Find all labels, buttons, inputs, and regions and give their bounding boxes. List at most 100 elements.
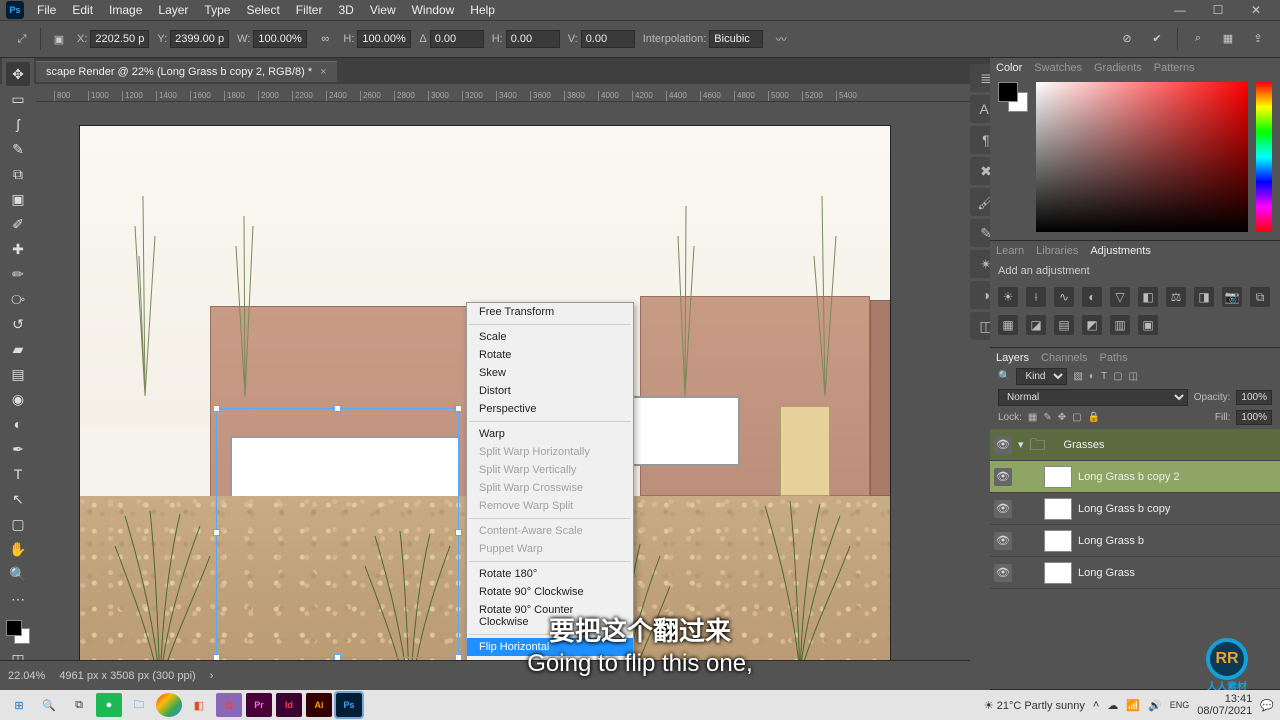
lock-artboard-icon[interactable]: ▢ bbox=[1072, 412, 1081, 423]
lock-pos-icon[interactable]: ✥ bbox=[1058, 412, 1066, 423]
eyedropper-tool[interactable]: ✐ bbox=[6, 212, 30, 236]
adj-threshold-icon[interactable]: ◩ bbox=[1082, 315, 1102, 335]
layer-row[interactable]: 👁 Long Grass b copy 2 bbox=[990, 461, 1280, 493]
reference-point-icon[interactable]: ▣ bbox=[49, 29, 69, 49]
layer-row[interactable]: 👁 Long Grass b copy bbox=[990, 493, 1280, 525]
hue-slider[interactable] bbox=[1256, 82, 1272, 232]
transform-handle[interactable] bbox=[455, 405, 462, 412]
taskbar-app-premiere[interactable]: Pr bbox=[246, 693, 272, 717]
close-icon[interactable]: × bbox=[320, 66, 326, 78]
tray-cloud-icon[interactable]: ☁ bbox=[1107, 699, 1118, 712]
filter-smart-icon[interactable]: ◫ bbox=[1129, 371, 1138, 382]
y-field[interactable]: 2399.00 p bbox=[170, 30, 229, 48]
layer-name[interactable]: Long Grass b bbox=[1078, 535, 1144, 547]
layer-name[interactable]: Long Grass b copy 2 bbox=[1078, 471, 1180, 483]
ctx-rotate-180[interactable]: Rotate 180° bbox=[467, 565, 633, 583]
history-brush-tool[interactable]: ↺ bbox=[6, 312, 30, 336]
taskbar-app-illustrator[interactable]: Ai bbox=[306, 693, 332, 717]
zoom-level[interactable]: 22.04% bbox=[8, 670, 45, 682]
menu-file[interactable]: File bbox=[30, 1, 63, 19]
adj-vibrance-icon[interactable]: ▽ bbox=[1110, 287, 1130, 307]
search-icon[interactable]: ⌕ bbox=[1188, 28, 1208, 48]
lock-pixel-icon[interactable]: ✎ bbox=[1043, 412, 1051, 423]
system-tray[interactable]: ☀ 21°C Partly sunny ˄ ☁ 📶 🔊 ENG 13:41 08… bbox=[984, 693, 1274, 717]
adj-color-balance-icon[interactable]: ⚖ bbox=[1166, 287, 1186, 307]
ctx-skew[interactable]: Skew bbox=[467, 364, 633, 382]
tab-layers[interactable]: Layers bbox=[996, 352, 1029, 364]
adj-color-lookup-icon[interactable]: ▦ bbox=[998, 315, 1018, 335]
cancel-transform-icon[interactable]: ⊘ bbox=[1117, 28, 1137, 48]
menu-window[interactable]: Window bbox=[405, 1, 462, 19]
document-info[interactable]: 4961 px x 3508 px (300 ppi) bbox=[59, 670, 195, 682]
visibility-toggle-icon[interactable]: 👁 bbox=[994, 500, 1012, 518]
quick-select-tool[interactable]: ✎ bbox=[6, 137, 30, 161]
ctx-rotate[interactable]: Rotate bbox=[467, 346, 633, 364]
warp-mode-icon[interactable]: 〰 bbox=[771, 29, 791, 49]
visibility-toggle-icon[interactable]: 👁 bbox=[994, 436, 1012, 454]
fg-color-swatch[interactable] bbox=[998, 82, 1018, 102]
adj-photo-filter-icon[interactable]: 📷 bbox=[1222, 287, 1242, 307]
ctx-scale[interactable]: Scale bbox=[467, 328, 633, 346]
taskbar-app-photoshop[interactable]: Ps bbox=[336, 693, 362, 717]
tray-language[interactable]: ENG bbox=[1170, 700, 1190, 710]
taskbar-app-explorer[interactable]: 🗀 bbox=[126, 693, 152, 717]
gradient-tool[interactable]: ▤ bbox=[6, 362, 30, 386]
horizontal-ruler[interactable]: 800 1000 1200 1400 1600 1800 2000 2200 2… bbox=[36, 84, 970, 102]
interp-select[interactable]: Bicubic bbox=[709, 30, 763, 48]
w-field[interactable]: 100.00% bbox=[253, 30, 307, 48]
layer-row[interactable]: 👁 Long Grass bbox=[990, 557, 1280, 589]
menu-edit[interactable]: Edit bbox=[65, 1, 100, 19]
menu-image[interactable]: Image bbox=[102, 1, 149, 19]
ctx-free-transform[interactable]: Free Transform bbox=[467, 303, 633, 321]
adj-channel-mixer-icon[interactable]: ⧉ bbox=[1250, 287, 1270, 307]
tab-patterns[interactable]: Patterns bbox=[1154, 62, 1195, 74]
tab-libraries[interactable]: Libraries bbox=[1036, 245, 1078, 257]
adj-exposure-icon[interactable]: ◐ bbox=[1082, 287, 1102, 307]
skewv-field[interactable]: 0.00 bbox=[581, 30, 635, 48]
shape-tool[interactable]: ▢ bbox=[6, 512, 30, 536]
color-fgbg-swatch[interactable] bbox=[998, 82, 1028, 112]
lasso-tool[interactable]: ʃ bbox=[6, 112, 30, 136]
start-button[interactable]: ⊞ bbox=[6, 693, 32, 717]
share-icon[interactable]: ⇪ bbox=[1248, 28, 1268, 48]
marquee-tool[interactable]: ▭ bbox=[6, 87, 30, 111]
tray-date[interactable]: 08/07/2021 bbox=[1197, 705, 1252, 717]
transform-handle[interactable] bbox=[213, 529, 220, 536]
taskbar-app-spotify[interactable]: ● bbox=[96, 693, 122, 717]
document-tab[interactable]: scape Render @ 22% (Long Grass b copy 2,… bbox=[36, 61, 337, 82]
menu-filter[interactable]: Filter bbox=[289, 1, 330, 19]
fill-field[interactable]: 100% bbox=[1236, 410, 1272, 425]
kind-filter-select[interactable]: Kind bbox=[1016, 368, 1067, 385]
tray-time[interactable]: 13:41 bbox=[1225, 693, 1253, 705]
adj-selective-color-icon[interactable]: ▣ bbox=[1138, 315, 1158, 335]
tab-paths[interactable]: Paths bbox=[1100, 352, 1128, 364]
color-field[interactable] bbox=[1036, 82, 1248, 232]
tray-notifications-icon[interactable]: 💬 bbox=[1260, 699, 1274, 712]
h-field[interactable]: 100.00% bbox=[357, 30, 411, 48]
transform-handle[interactable] bbox=[334, 405, 341, 412]
commit-transform-icon[interactable]: ✔ bbox=[1147, 28, 1167, 48]
menu-view[interactable]: View bbox=[363, 1, 403, 19]
move-tool[interactable]: ✥ bbox=[6, 62, 30, 86]
layer-name[interactable]: Long Grass b copy bbox=[1078, 503, 1170, 515]
angle-field[interactable]: 0.00 bbox=[430, 30, 484, 48]
filter-pixel-icon[interactable]: ▧ bbox=[1073, 371, 1082, 382]
filter-adjust-icon[interactable]: ◐ bbox=[1089, 371, 1095, 382]
layer-thumbnail[interactable] bbox=[1044, 530, 1072, 552]
link-wh-icon[interactable]: ∞ bbox=[315, 29, 335, 49]
menu-type[interactable]: Type bbox=[197, 1, 237, 19]
transform-handle[interactable] bbox=[455, 529, 462, 536]
maximize-button[interactable]: ☐ bbox=[1200, 1, 1236, 19]
chevron-right-icon[interactable]: › bbox=[210, 670, 214, 682]
taskbar-app-indesign[interactable]: Id bbox=[276, 693, 302, 717]
layer-name[interactable]: Grasses bbox=[1064, 439, 1105, 451]
path-select-tool[interactable]: ↖ bbox=[6, 487, 30, 511]
adj-bw-icon[interactable]: ◨ bbox=[1194, 287, 1214, 307]
adj-brightness-icon[interactable]: ☀ bbox=[998, 287, 1018, 307]
edit-toolbar[interactable]: ⋯ bbox=[6, 587, 30, 611]
adj-curves-icon[interactable]: ∿ bbox=[1054, 287, 1074, 307]
lock-all-icon[interactable]: 🔒 bbox=[1088, 412, 1100, 423]
frame-tool[interactable]: ▣ bbox=[6, 187, 30, 211]
eraser-tool[interactable]: ▰ bbox=[6, 337, 30, 361]
layer-thumbnail[interactable] bbox=[1044, 498, 1072, 520]
